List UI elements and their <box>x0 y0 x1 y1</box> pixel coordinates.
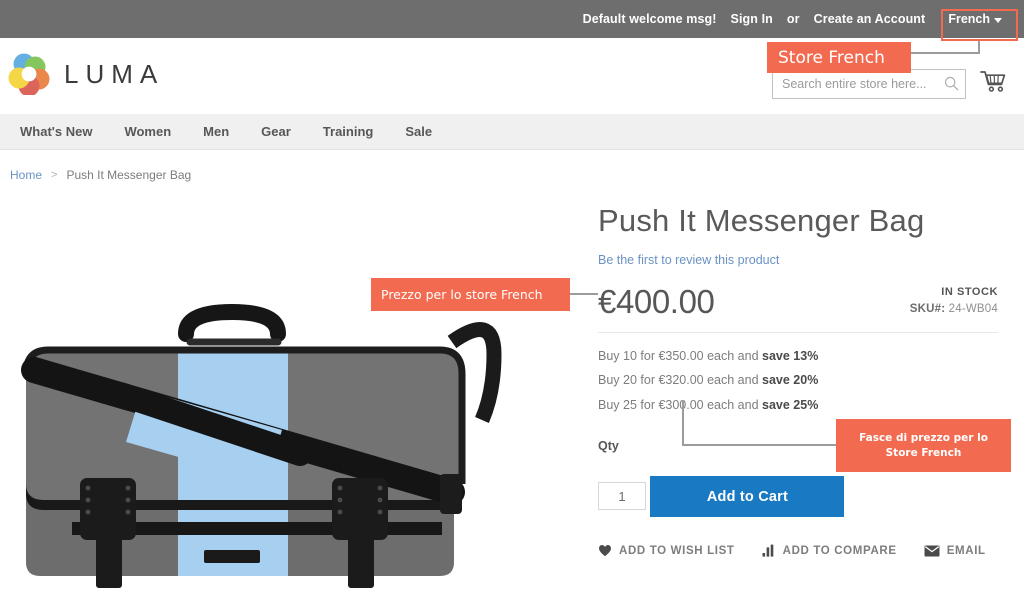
tier-price-list: Buy 10 for €350.00 each and save 13% Buy… <box>598 344 998 418</box>
email-button[interactable]: EMAIL <box>924 545 986 557</box>
review-link[interactable]: Be the first to review this product <box>598 253 779 267</box>
annotation-fasce-prezzo: Fasce di prezzo per lo Store French <box>836 419 1011 472</box>
nav-item-women[interactable]: Women <box>108 114 187 150</box>
annotation-store-french-label: Store French <box>778 47 885 68</box>
sign-in-link[interactable]: Sign In <box>724 12 780 26</box>
add-to-wish-list-label: ADD TO WISH LIST <box>619 544 735 557</box>
annotation-store-french: Store French <box>767 42 911 73</box>
quantity-stepper[interactable] <box>598 482 646 511</box>
nav-item-whats-new[interactable]: What's New <box>4 114 108 150</box>
sku: SKU#: 24-WB04 <box>910 303 998 315</box>
bar-chart-icon <box>762 544 773 557</box>
product-info: Push It Messenger Bag Be the first to re… <box>598 203 998 557</box>
email-label: EMAIL <box>946 544 986 557</box>
luma-logo-icon <box>8 53 50 97</box>
status-badge: IN STOCK <box>941 285 998 298</box>
nav-item-men[interactable]: Men <box>187 114 245 150</box>
logo-wordmark: LUMA <box>64 58 165 89</box>
language-switcher-label: French <box>948 12 990 26</box>
add-to-cart-button[interactable]: Add to Cart <box>650 476 845 518</box>
sku-label: SKU#: <box>909 302 946 315</box>
welcome-message: Default welcome msg! <box>582 12 717 26</box>
shopping-cart-icon[interactable] <box>978 66 1008 96</box>
annotation-leader-prezzo <box>568 293 598 295</box>
language-switcher[interactable]: French <box>936 7 1012 31</box>
tier-price-save: save 25% <box>762 397 819 412</box>
breadcrumb-home[interactable]: Home <box>10 168 42 182</box>
annotation-leader-store-french-horizontal <box>911 52 980 54</box>
annotation-leader-fasce-vertical <box>682 400 684 446</box>
heart-icon <box>599 545 611 557</box>
tier-price-row: Buy 10 for €350.00 each and save 13% <box>598 344 998 369</box>
page-title: Push It Messenger Bag <box>598 203 925 238</box>
main-navigation: What's New Women Men Gear Training Sale <box>0 114 1024 150</box>
annotation-leader-store-french-vertical <box>978 40 980 54</box>
tier-price-save: save 20% <box>762 373 819 388</box>
top-panel: Default welcome msg! Sign In or Create a… <box>0 0 1024 38</box>
price-row: €400.00 IN STOCK SKU#: 24-WB04 <box>598 285 998 318</box>
breadcrumb-current: Push It Messenger Bag <box>66 168 192 182</box>
tier-price-row: Buy 20 for €320.00 each and save 20% <box>598 368 998 393</box>
product-price: €400.00 <box>598 282 715 320</box>
add-to-compare-label: ADD TO COMPARE <box>782 544 897 557</box>
chevron-down-icon <box>994 17 1002 23</box>
or-text: or <box>786 12 800 26</box>
tier-price-row: Buy 25 for €300.00 each and save 25% <box>598 393 998 418</box>
tier-price-text: Buy 10 for €350.00 each and <box>598 348 763 363</box>
tier-price-text: Buy 20 for €320.00 each and <box>598 373 763 388</box>
envelope-icon <box>924 545 940 557</box>
product-actions: ADD TO WISH LIST ADD TO COMPARE EMAIL <box>598 544 998 557</box>
sku-value: 24-WB04 <box>948 302 998 315</box>
create-account-link[interactable]: Create an Account <box>807 12 933 26</box>
top-panel-links: Default welcome msg! Sign In or Create a… <box>576 12 933 26</box>
tier-price-text: Buy 25 for €300.00 each and <box>598 397 763 412</box>
breadcrumb: Home > Push It Messenger Bag <box>0 150 1024 182</box>
annotation-fasce-line2: Store French <box>885 446 962 459</box>
product-image[interactable] <box>0 192 580 592</box>
stock-column: IN STOCK SKU#: 24-WB04 <box>910 286 998 318</box>
search-box <box>772 69 966 99</box>
annotation-prezzo: Prezzo per lo store French <box>371 278 570 311</box>
breadcrumb-separator-icon: > <box>51 169 58 181</box>
tier-price-save: save 13% <box>762 348 819 363</box>
logo[interactable]: LUMA <box>8 53 165 97</box>
add-to-wish-list-button[interactable]: ADD TO WISH LIST <box>598 544 735 557</box>
annotation-prezzo-label: Prezzo per lo store French <box>381 287 543 302</box>
annotation-fasce-line1: Fasce di prezzo per lo <box>859 431 988 444</box>
nav-item-training[interactable]: Training <box>307 114 390 150</box>
nav-item-sale[interactable]: Sale <box>389 114 448 150</box>
product-main: Push It Messenger Bag Be the first to re… <box>0 182 1024 592</box>
search-input[interactable] <box>772 69 966 99</box>
nav-item-gear[interactable]: Gear <box>245 114 307 150</box>
add-to-compare-button[interactable]: ADD TO COMPARE <box>762 544 897 557</box>
divider <box>598 331 998 333</box>
annotation-leader-fasce-horizontal <box>682 444 838 446</box>
